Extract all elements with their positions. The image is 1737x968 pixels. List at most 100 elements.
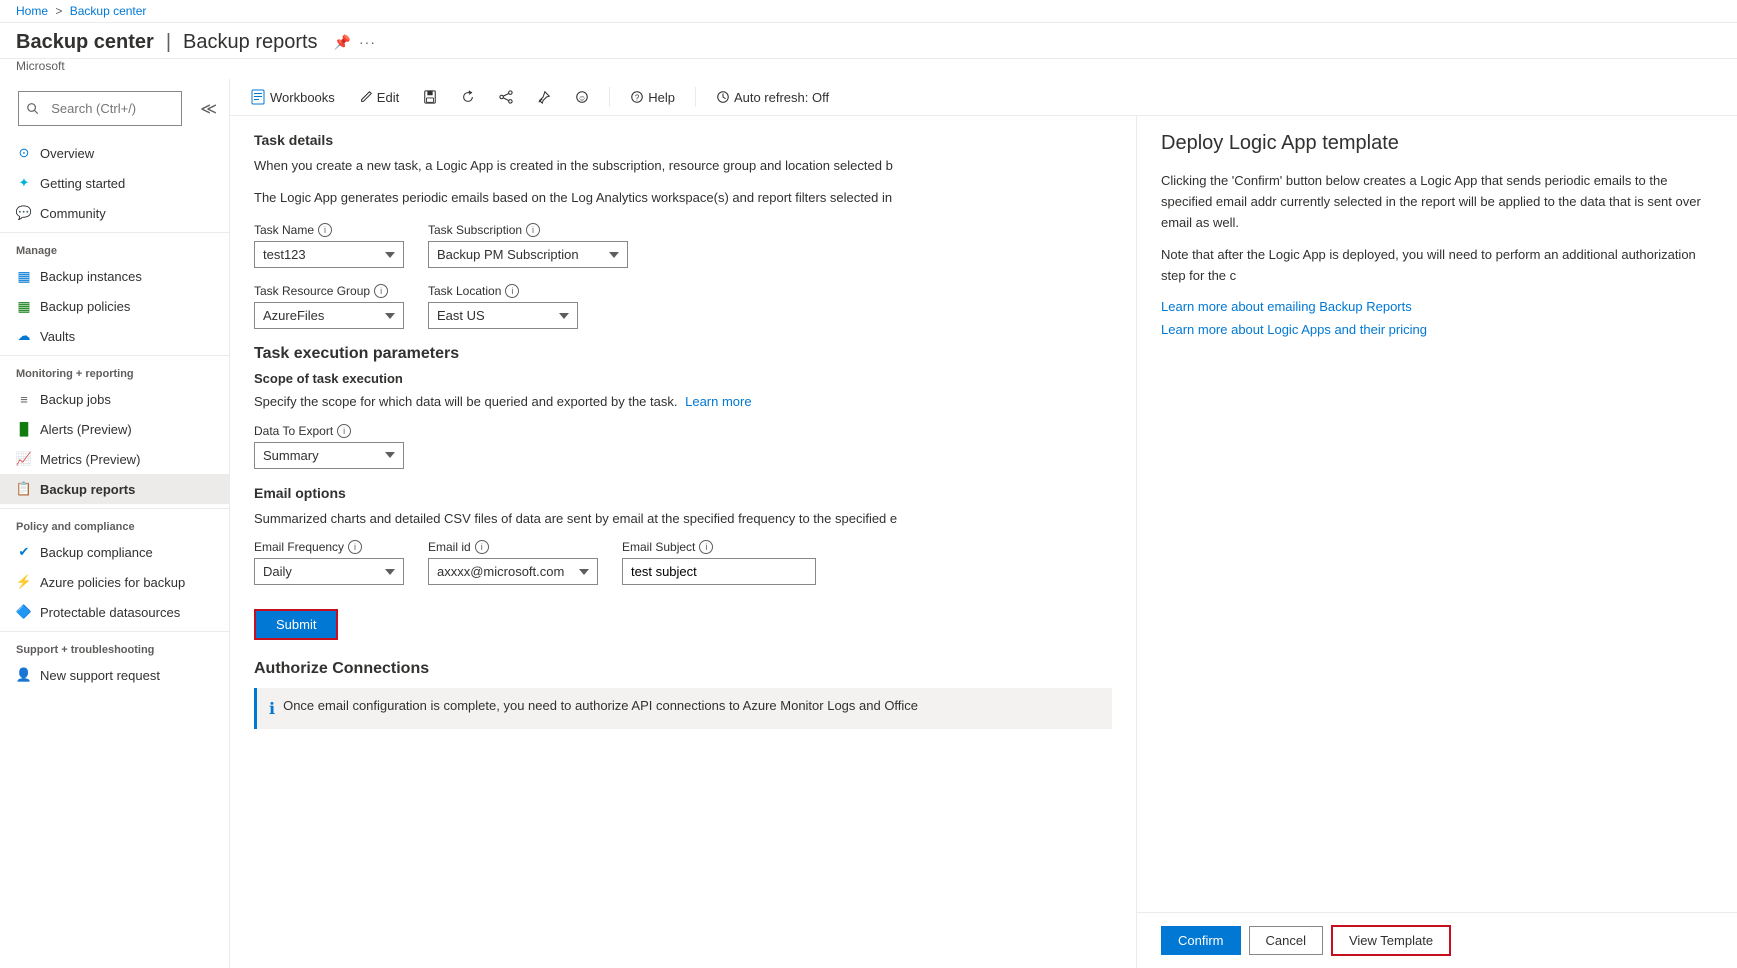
email-id-select[interactable]: axxxx@microsoft.com: [428, 558, 598, 585]
sidebar-item-alerts[interactable]: █ Alerts (Preview): [0, 414, 229, 444]
task-subscription-select[interactable]: Backup PM Subscription: [428, 241, 628, 268]
right-panel-title: Deploy Logic App template: [1161, 132, 1713, 155]
sidebar: ≪ ⊙ Overview ✦ Getting started 💬 Communi…: [0, 79, 230, 968]
sidebar-label-getting-started: Getting started: [40, 176, 125, 191]
info-banner-icon: ℹ: [269, 699, 275, 719]
email-subject-input[interactable]: [622, 558, 816, 585]
sidebar-section-manage: Manage: [0, 232, 229, 261]
sidebar-label-backup-compliance: Backup compliance: [40, 545, 153, 560]
email-frequency-select[interactable]: Daily: [254, 558, 404, 585]
learn-more-backup-reports-link[interactable]: Learn more about emailing Backup Reports: [1161, 299, 1713, 314]
breadcrumb-current[interactable]: Backup center: [70, 4, 147, 18]
resource-group-label: Task Resource Group i: [254, 284, 404, 298]
autorefresh-icon: [716, 90, 730, 104]
sidebar-section-support: Support + troubleshooting: [0, 631, 229, 660]
task-subscription-info-icon[interactable]: i: [526, 223, 540, 237]
right-panel-desc1: Clicking the 'Confirm' button below crea…: [1161, 171, 1713, 233]
scope-header: Scope of task execution: [254, 371, 1112, 386]
pin-icon: [537, 90, 551, 104]
svg-text:☺: ☺: [578, 94, 586, 103]
alerts-icon: █: [16, 421, 32, 437]
share-icon: [499, 90, 513, 104]
workbooks-icon: [250, 89, 266, 105]
toolbar-feedback[interactable]: ☺: [571, 86, 593, 108]
feedback-icon: ☺: [575, 90, 589, 104]
authorize-desc: Once email configuration is complete, yo…: [283, 698, 918, 713]
task-details-desc1: When you create a new task, a Logic App …: [254, 156, 1074, 176]
pin-icon[interactable]: 📌: [334, 34, 351, 51]
metrics-icon: 📈: [16, 451, 32, 467]
task-details-desc2: The Logic App generates periodic emails …: [254, 188, 1074, 208]
toolbar-workbooks[interactable]: Workbooks: [246, 85, 339, 109]
view-template-button[interactable]: View Template: [1331, 925, 1451, 956]
sidebar-item-overview[interactable]: ⊙ Overview: [0, 138, 229, 168]
email-options-desc: Summarized charts and detailed CSV files…: [254, 509, 1074, 529]
toolbar-help[interactable]: ? Help: [626, 86, 679, 109]
confirm-button[interactable]: Confirm: [1161, 926, 1241, 955]
sidebar-item-backup-jobs[interactable]: ≡ Backup jobs: [0, 384, 229, 414]
email-id-info-icon[interactable]: i: [475, 540, 489, 554]
sidebar-section-monitoring: Monitoring + reporting: [0, 355, 229, 384]
overview-icon: ⊙: [16, 145, 32, 161]
page-header: Backup center | Backup reports 📌 ···: [0, 23, 1737, 59]
scope-learn-more-link[interactable]: Learn more: [685, 394, 751, 409]
task-location-info-icon[interactable]: i: [505, 284, 519, 298]
search-input[interactable]: [43, 96, 173, 121]
task-execution-header: Task execution parameters: [254, 345, 1112, 363]
sidebar-item-backup-policies[interactable]: ▦ Backup policies: [0, 291, 229, 321]
sidebar-label-vaults: Vaults: [40, 329, 75, 344]
sidebar-item-community[interactable]: 💬 Community: [0, 198, 229, 228]
toolbar-autorefresh[interactable]: Auto refresh: Off: [712, 86, 833, 109]
toolbar-pin[interactable]: [533, 86, 555, 108]
sidebar-item-backup-compliance[interactable]: ✔ Backup compliance: [0, 537, 229, 567]
sidebar-item-vaults[interactable]: ☁ Vaults: [0, 321, 229, 351]
save-icon: [423, 90, 437, 104]
sidebar-collapse-icon[interactable]: ≪: [196, 99, 221, 119]
header-actions: 📌 ···: [334, 34, 376, 51]
resource-group-select[interactable]: AzureFiles: [254, 302, 404, 329]
form-row-email: Email Frequency i Daily Email id i: [254, 540, 1112, 585]
search-box[interactable]: [18, 91, 182, 126]
right-panel-content: Deploy Logic App template Clicking the '…: [1137, 116, 1737, 912]
email-frequency-info-icon[interactable]: i: [348, 540, 362, 554]
sidebar-item-metrics[interactable]: 📈 Metrics (Preview): [0, 444, 229, 474]
sidebar-label-community: Community: [40, 206, 106, 221]
resource-group-info-icon[interactable]: i: [374, 284, 388, 298]
breadcrumb-home[interactable]: Home: [16, 4, 48, 18]
backup-instances-icon: ▦: [16, 268, 32, 284]
sidebar-label-azure-policies: Azure policies for backup: [40, 575, 185, 590]
task-name-select[interactable]: test123: [254, 241, 404, 268]
toolbar-autorefresh-label: Auto refresh: Off: [734, 90, 829, 105]
sidebar-label-metrics: Metrics (Preview): [40, 452, 140, 467]
authorize-title: Authorize Connections: [254, 660, 1112, 678]
protectable-datasources-icon: 🔷: [16, 604, 32, 620]
email-options-header: Email options: [254, 485, 1112, 501]
toolbar-separator: [609, 87, 610, 107]
azure-policies-icon: ⚡: [16, 574, 32, 590]
task-name-info-icon[interactable]: i: [318, 223, 332, 237]
sidebar-item-backup-instances[interactable]: ▦ Backup instances: [0, 261, 229, 291]
toolbar-share[interactable]: [495, 86, 517, 108]
task-location-label: Task Location i: [428, 284, 578, 298]
getting-started-icon: ✦: [16, 175, 32, 191]
vaults-icon: ☁: [16, 328, 32, 344]
submit-button[interactable]: Submit: [254, 609, 338, 640]
cancel-button[interactable]: Cancel: [1249, 926, 1323, 955]
toolbar-save[interactable]: [419, 86, 441, 108]
sidebar-item-backup-reports[interactable]: 📋 Backup reports: [0, 474, 229, 504]
email-frequency-label: Email Frequency i: [254, 540, 404, 554]
toolbar-edit[interactable]: Edit: [355, 86, 403, 109]
sidebar-item-azure-policies[interactable]: ⚡ Azure policies for backup: [0, 567, 229, 597]
sidebar-item-new-support-request[interactable]: 👤 New support request: [0, 660, 229, 690]
task-location-select[interactable]: East US: [428, 302, 578, 329]
email-subject-info-icon[interactable]: i: [699, 540, 713, 554]
sidebar-label-protectable-datasources: Protectable datasources: [40, 605, 180, 620]
support-request-icon: 👤: [16, 667, 32, 683]
data-export-info-icon[interactable]: i: [337, 424, 351, 438]
more-icon[interactable]: ···: [359, 34, 376, 51]
toolbar-refresh[interactable]: [457, 86, 479, 108]
sidebar-item-getting-started[interactable]: ✦ Getting started: [0, 168, 229, 198]
learn-more-logic-apps-link[interactable]: Learn more about Logic Apps and their pr…: [1161, 322, 1713, 337]
data-export-select[interactable]: Summary: [254, 442, 404, 469]
sidebar-item-protectable-datasources[interactable]: 🔷 Protectable datasources: [0, 597, 229, 627]
